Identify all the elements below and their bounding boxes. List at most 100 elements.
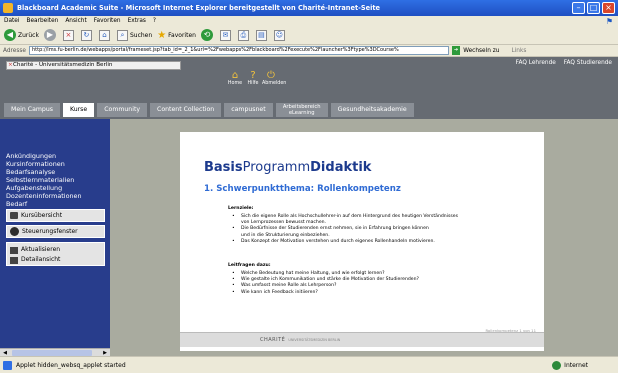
menu-datei[interactable]: Datei (4, 18, 19, 24)
tab-community[interactable]: Community (97, 103, 148, 117)
guiding-questions-heading: Leitfragen dazu: (228, 263, 271, 268)
faq-lehrende-link[interactable]: FAQ Lehrende (516, 60, 556, 66)
charite-logo: CHARITÉ UNIVERSITÄTSMEDIZIN BERLIN (260, 337, 340, 343)
forward-arrow-icon: ▶ (43, 29, 56, 41)
slide-footer: CHARITÉ UNIVERSITÄTSMEDIZIN BERLIN (180, 332, 544, 347)
header-links: FAQ Lehrende FAQ Studierende (510, 60, 612, 66)
sidebar-item-selbstlernmaterialien[interactable]: Selbstlernmaterialien (6, 176, 110, 184)
detail-view-icon (10, 256, 18, 264)
charite-logo-text: CHARITÉ (260, 337, 286, 343)
messenger-icon: ☺ (273, 29, 285, 41)
sidebar-item-aufgabenstellung[interactable]: Aufgabenstellung (6, 184, 110, 192)
browser-toolbar: ◀ Zurück ▶ × ↻ ⌂ ⌕ Suchen ★ Favoriten ⟲ … (0, 26, 618, 45)
slide-title-part-2: Programm (242, 160, 311, 175)
close-button[interactable]: × (602, 2, 615, 14)
course-sidebar: Ankündigungen Kursinformationen Bedarfsa… (0, 119, 110, 356)
security-zone: Internet (552, 360, 588, 370)
logout-nav-label: Abmelden (262, 81, 287, 86)
links-button[interactable]: Links (511, 48, 526, 54)
sidebar-horizontal-scrollbar[interactable]: ◀ ▶ (0, 348, 110, 356)
close-small-icon: × (8, 62, 13, 68)
menu-ansicht[interactable]: Ansicht (65, 18, 86, 24)
refresh-view-button[interactable]: Aktualisieren (10, 245, 101, 255)
course-overview-icon (10, 212, 18, 219)
tab-content-collection[interactable]: Content Collection (150, 103, 222, 117)
go-button[interactable]: Wechseln zu (463, 48, 499, 54)
sidebar-item-bedarf[interactable]: Bedarf (6, 200, 110, 208)
course-overview-button[interactable]: Kursübersicht (6, 209, 105, 222)
slide-title-part-3: Didaktik (310, 160, 372, 175)
applet-icon (3, 360, 12, 370)
menu-help[interactable]: ? (153, 18, 156, 24)
menu-favoriten[interactable]: Favoriten (94, 18, 121, 24)
stop-icon: × (62, 29, 74, 41)
forward-button[interactable]: ▶ (43, 29, 58, 41)
stop-button[interactable]: × (62, 29, 76, 41)
back-label: Zurück (18, 31, 39, 39)
address-bar: Adresse http://lms.fu-berlin.de/webapps/… (0, 45, 618, 57)
edit-icon: ▤ (255, 29, 267, 41)
print-button[interactable]: ⎙ (237, 29, 251, 41)
learning-goals-block: Lernziele: Sich die eigene Rolle als Hoc… (228, 206, 458, 245)
slide-title-part-1: Basis (204, 160, 243, 175)
ie-icon (3, 3, 13, 13)
history-button[interactable]: ⟲ (200, 29, 215, 41)
search-button[interactable]: ⌕ Suchen (116, 29, 153, 41)
faq-studierende-link[interactable]: FAQ Studierende (564, 60, 612, 66)
site-selector[interactable]: × Charité - Universitätsmedizin Berlin (6, 61, 181, 70)
refresh-view-label: Aktualisieren (21, 246, 61, 253)
messenger-button[interactable]: ☺ (273, 29, 287, 41)
back-arrow-icon: ◀ (4, 29, 16, 41)
menu-bearbeiten[interactable]: Bearbeiten (26, 18, 58, 24)
address-input[interactable]: http://lms.fu-berlin.de/webapps/portal/f… (28, 46, 449, 55)
favorites-star-icon: ★ (157, 29, 167, 41)
status-bar: Applet hidden_websq_applet started Inter… (0, 356, 618, 373)
edit-button[interactable]: ▤ (255, 29, 269, 41)
sidebar-item-kursinformationen[interactable]: Kursinformationen (6, 160, 110, 168)
home-nav-label: Home (227, 81, 243, 86)
learning-goals-heading: Lernziele: (228, 206, 254, 211)
course-menu: Ankündigungen Kursinformationen Bedarfsa… (0, 119, 110, 208)
search-icon: ⌕ (116, 29, 128, 41)
mail-button[interactable]: ✉ (219, 29, 233, 41)
favorites-label: Favoriten (168, 31, 196, 39)
site-selector-label: Charité - Universitätsmedizin Berlin (13, 62, 113, 68)
home-nav-button[interactable]: ⌂ Home (226, 70, 244, 86)
favorites-button[interactable]: ★ Favoriten (157, 30, 196, 41)
list-item: Das Konzept der Motivation verstehen und… (232, 239, 458, 245)
tab-mein-campus[interactable]: Mein Campus (4, 103, 60, 117)
sidebar-item-ankuendigungen[interactable]: Ankündigungen (6, 152, 110, 160)
go-arrow-icon[interactable]: ➔ (451, 46, 461, 55)
course-overview-label: Kursübersicht (21, 212, 63, 219)
tab-gesundheitsakademie[interactable]: Gesundheitsakademie (330, 103, 414, 117)
search-label: Suchen (129, 31, 153, 39)
logout-nav-button[interactable]: ⏻ Abmelden (262, 70, 286, 86)
menu-extras[interactable]: Extras (128, 18, 146, 24)
detail-view-button[interactable]: Detailansicht (10, 255, 101, 265)
status-message: Applet hidden_websq_applet started (16, 361, 126, 369)
maximize-button[interactable]: □ (587, 2, 600, 14)
home-button[interactable]: ⌂ (98, 29, 112, 41)
logout-icon: ⏻ (267, 70, 275, 81)
back-button[interactable]: ◀ Zurück (4, 29, 39, 41)
header-nav-icons: ⌂ Home ? Hilfe ⏻ Abmelden (226, 70, 286, 86)
history-icon: ⟲ (200, 29, 213, 41)
slide-title: BasisProgrammDidaktik (204, 160, 371, 175)
minimize-button[interactable]: – (572, 2, 585, 14)
control-panel-button[interactable]: Steuerungsfenster (6, 225, 105, 238)
presentation-slide: BasisProgrammDidaktik 1. Schwerpunktthem… (180, 132, 544, 351)
tab-kurse[interactable]: Kurse (62, 103, 95, 117)
sidebar-item-bedarfsanalyse[interactable]: Bedarfsanalyse (6, 168, 110, 176)
blackboard-header: × Charité - Universitätsmedizin Berlin F… (0, 57, 618, 119)
tab-arbeitsbereich-elearning[interactable]: Arbeitsbereich eLearning (275, 103, 328, 117)
windows-logo-icon: ⚑ (605, 16, 613, 26)
sidebar-item-dozenteninformationen[interactable]: Dozenteninformationen (6, 192, 110, 200)
detail-view-label: Detailansicht (21, 256, 61, 263)
window-titlebar[interactable]: Blackboard Academic Suite - Microsoft In… (0, 0, 618, 16)
control-panel-icon (10, 227, 19, 236)
content-frame: BasisProgrammDidaktik 1. Schwerpunktthem… (110, 119, 618, 356)
tab-campusnet[interactable]: campusnet (224, 103, 273, 117)
view-actions: Aktualisieren Detailansicht (6, 242, 105, 266)
help-nav-button[interactable]: ? Hilfe (244, 70, 262, 86)
refresh-button[interactable]: ↻ (80, 29, 94, 41)
